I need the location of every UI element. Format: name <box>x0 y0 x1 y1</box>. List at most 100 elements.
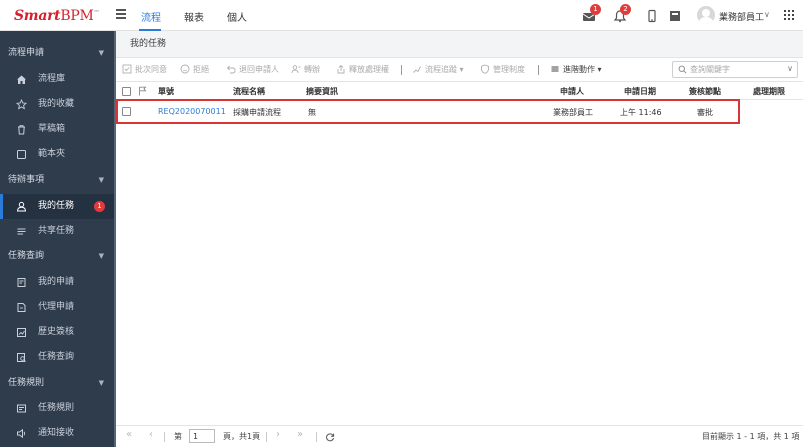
sidebar-item-flow-library[interactable]: 流程庫 <box>0 67 114 92</box>
bell-badge: 2 <box>620 4 631 15</box>
flow-trace-icon <box>413 66 421 73</box>
logo-text-main: Smart <box>14 8 61 24</box>
refresh-icon[interactable] <box>325 432 335 442</box>
sidebar-item-history-approvals[interactable]: 歷史簽核 <box>0 320 114 345</box>
rule-icon <box>17 404 26 413</box>
table-header: 單號 流程名稱 摘要資訊 申請人 申請日期 簽核節點 處理期限 <box>116 83 803 100</box>
menu-toggle-icon[interactable] <box>116 9 126 19</box>
board-icon[interactable] <box>668 9 682 23</box>
sidebar-item-shared-tasks[interactable]: 共享任務 <box>0 219 114 244</box>
chevron-down-icon: ▼ <box>98 379 104 387</box>
management-label: 管理制度 <box>493 65 525 74</box>
highlight-outline <box>116 99 740 124</box>
user-menu-caret-icon[interactable]: ∨ <box>764 10 770 19</box>
sad-face-icon <box>180 64 190 74</box>
mobile-icon[interactable] <box>645 9 659 23</box>
search-input[interactable] <box>690 63 782 76</box>
column-header-form-no[interactable]: 單號 <box>158 86 174 97</box>
first-page-icon[interactable]: « <box>126 429 132 440</box>
smartbpm-logo[interactable]: SmartBPM™ <box>14 8 99 24</box>
column-header-applicant[interactable]: 申請人 <box>560 86 584 97</box>
column-header-apply-date[interactable]: 申請日期 <box>624 86 656 97</box>
sidebar-item-drafts[interactable]: 草稿箱 <box>0 117 114 142</box>
return-applicant-label: 退回申請人 <box>239 65 279 74</box>
nav-tab-flow[interactable]: 流程 <box>141 9 161 24</box>
advanced-actions-label: 進階動作 <box>563 65 595 74</box>
advanced-caret-icon: ▾ <box>595 65 602 74</box>
next-page-icon[interactable]: › <box>276 429 280 440</box>
sidebar-item-favorites[interactable]: 我的收藏 <box>0 92 114 117</box>
search-icon[interactable] <box>678 65 687 74</box>
trash-icon <box>18 125 25 135</box>
sidebar-item-label: 任務查詢 <box>38 352 75 362</box>
list-icon <box>551 66 559 72</box>
page-prefix: 第 <box>174 432 182 441</box>
search-options-chevron-icon[interactable]: ∨ <box>787 64 793 73</box>
chevron-down-icon: ▼ <box>98 176 104 184</box>
sidebar-item-task-rules[interactable]: 任務規則 <box>0 396 114 421</box>
sidebar-item-label: 共享任務 <box>38 226 75 236</box>
transfer-user-icon <box>291 65 301 74</box>
flow-trace-button[interactable]: 流程追蹤 ▾ <box>412 64 464 76</box>
pager-separator <box>316 432 317 442</box>
column-header-node[interactable]: 簽核節點 <box>689 86 721 97</box>
sidebar-item-label: 我的申請 <box>38 277 75 287</box>
main-content: 我的任務 批次同意 拒絕 退回申請人 轉辦 釋放處理權 流程追蹤 ▾ 管理制度 … <box>116 31 803 447</box>
inbox-badge: 1 <box>590 4 601 15</box>
flag-icon[interactable] <box>138 86 147 96</box>
pager-separator <box>164 432 165 442</box>
sidebar-item-notifications[interactable]: 通知接收 <box>0 421 114 446</box>
sidebar-group-todo[interactable]: 待辦事項 ▼ <box>0 168 114 193</box>
reject-button[interactable]: 拒絕 <box>180 64 209 76</box>
home-icon <box>17 75 26 84</box>
sidebar-group-flow-apply[interactable]: 流程申請 ▼ <box>0 41 114 66</box>
return-applicant-button[interactable]: 退回申請人 <box>226 64 279 76</box>
shield-icon <box>481 64 489 74</box>
column-header-summary[interactable]: 摘要資訊 <box>306 86 338 97</box>
advanced-actions-button[interactable]: 進階動作 ▾ <box>550 64 602 76</box>
sidebar-item-my-applications[interactable]: 我的申請 <box>0 270 114 295</box>
sidebar-item-task-search[interactable]: 任務查詢 <box>0 345 114 370</box>
batch-approve-button[interactable]: 批次同意 <box>122 64 167 76</box>
sidebar-item-label: 任務規則 <box>38 403 75 413</box>
sidebar-item-my-tasks[interactable]: 我的任務 1 <box>0 194 114 219</box>
breadcrumb: 我的任務 <box>116 31 803 58</box>
sidebar-item-label: 代理申請 <box>38 302 75 312</box>
toolbar-separator <box>538 65 539 75</box>
release-icon <box>337 64 345 74</box>
sidebar-item-label: 通知接收 <box>38 428 75 438</box>
logo-text-suffix: BPM <box>60 8 94 24</box>
checkbox-icon <box>122 64 132 74</box>
logo-trademark: ™ <box>93 9 100 17</box>
square-icon <box>17 150 26 159</box>
nav-tab-personal[interactable]: 個人 <box>227 9 247 24</box>
last-page-icon[interactable]: » <box>297 429 303 440</box>
nav-tab-report[interactable]: 報表 <box>184 9 204 24</box>
select-all-checkbox[interactable] <box>122 87 131 96</box>
prev-page-icon[interactable]: ‹ <box>149 429 153 440</box>
chevron-down-icon: ▼ <box>98 49 104 57</box>
sidebar-item-label: 我的收藏 <box>38 99 75 109</box>
star-icon <box>16 99 27 110</box>
user-name[interactable]: 業務部員工 <box>719 10 764 23</box>
page-number-input[interactable] <box>189 429 215 443</box>
pagination-bar: « ‹ 第 頁，共1頁 › » 目前顯示 1 - 1 項，共 1 項 <box>116 425 803 447</box>
toolbar-separator <box>401 65 402 75</box>
sidebar-group-task-query[interactable]: 任務查詢 ▼ <box>0 244 114 269</box>
sidebar-item-templates[interactable]: 範本夾 <box>0 142 114 167</box>
avatar[interactable] <box>697 6 715 24</box>
sidebar-item-label: 歷史簽核 <box>38 327 75 337</box>
user-icon <box>16 201 27 212</box>
sidebar-group-label: 待辦事項 <box>8 175 45 185</box>
apps-grid-icon[interactable] <box>784 10 794 20</box>
doc-edit-icon <box>17 278 26 287</box>
sidebar-group-task-rules[interactable]: 任務規則 ▼ <box>0 371 114 396</box>
sidebar-group-label: 任務規則 <box>8 378 45 388</box>
pager-separator <box>266 432 267 442</box>
transfer-button[interactable]: 轉辦 <box>291 64 320 76</box>
release-handler-button[interactable]: 釋放處理權 <box>336 64 389 76</box>
sidebar-item-proxy-applications[interactable]: 代理申請 <box>0 295 114 320</box>
column-header-flow-name[interactable]: 流程名稱 <box>233 86 265 97</box>
management-button[interactable]: 管理制度 <box>480 64 525 76</box>
column-header-deadline[interactable]: 處理期限 <box>753 86 785 97</box>
